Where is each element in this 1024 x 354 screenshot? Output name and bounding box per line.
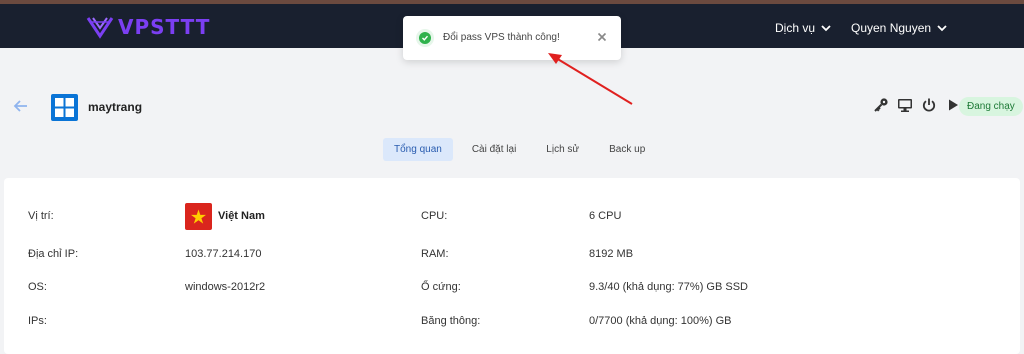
- power-icon[interactable]: [921, 97, 937, 113]
- tab-bar: Tổng quan Cài đặt lại Lịch sử Back up: [383, 138, 664, 161]
- ip-label: Địa chỉ IP:: [28, 248, 79, 260]
- nav-user-menu[interactable]: Quyen Nguyen: [851, 21, 947, 35]
- os-value: windows-2012r2: [185, 281, 266, 293]
- windows-icon: [51, 94, 78, 121]
- back-arrow-icon[interactable]: [12, 97, 30, 115]
- bandwidth-label: Băng thông:: [421, 315, 481, 327]
- status-badge: Đang chạy: [959, 97, 1023, 116]
- disk-label: Ổ cứng:: [421, 281, 461, 293]
- nav-services-label: Dịch vụ: [775, 21, 816, 35]
- vm-name: maytrang: [88, 100, 143, 114]
- ram-value: 8192 MB: [589, 248, 634, 260]
- brand-logo[interactable]: VPSTTT: [86, 15, 210, 39]
- ram-label: RAM:: [421, 248, 449, 260]
- tab-overview[interactable]: Tổng quan: [383, 138, 453, 161]
- disk-value: 9.3/40 (khả dụng: 77%) GB SSD: [589, 281, 748, 293]
- cpu-value: 6 CPU: [589, 210, 622, 222]
- brand-name: VPSTTT: [118, 15, 211, 39]
- nav-user-label: Quyen Nguyen: [851, 21, 932, 35]
- chevron-down-icon: [821, 24, 831, 31]
- logo-icon: [86, 17, 114, 39]
- vm-actions: [873, 97, 961, 113]
- monitor-icon[interactable]: [897, 97, 913, 113]
- cpu-label: CPU:: [421, 210, 448, 222]
- os-label: OS:: [28, 281, 47, 293]
- tab-history[interactable]: Lịch sử: [535, 138, 590, 161]
- chevron-down-icon: [937, 24, 947, 31]
- success-toast: Đổi pass VPS thành công!: [403, 16, 621, 60]
- vietnam-flag-icon: [185, 203, 212, 230]
- vm-details-card: [4, 178, 1020, 354]
- ip-value: 103.77.214.170: [185, 248, 262, 260]
- bandwidth-value: 0/7700 (khả dụng: 100%) GB: [589, 315, 732, 327]
- close-icon[interactable]: [595, 30, 609, 44]
- nav-services[interactable]: Dịch vụ: [775, 21, 831, 35]
- location-value: Việt Nam: [218, 210, 265, 222]
- ips-label: IPs:: [28, 315, 47, 327]
- toast-message: Đổi pass VPS thành công!: [443, 32, 560, 43]
- location-label: Vị trí:: [28, 210, 54, 222]
- check-icon: [416, 29, 434, 47]
- key-icon[interactable]: [873, 97, 889, 113]
- tab-reinstall[interactable]: Cài đặt lại: [461, 138, 527, 161]
- tab-backup[interactable]: Back up: [598, 138, 656, 161]
